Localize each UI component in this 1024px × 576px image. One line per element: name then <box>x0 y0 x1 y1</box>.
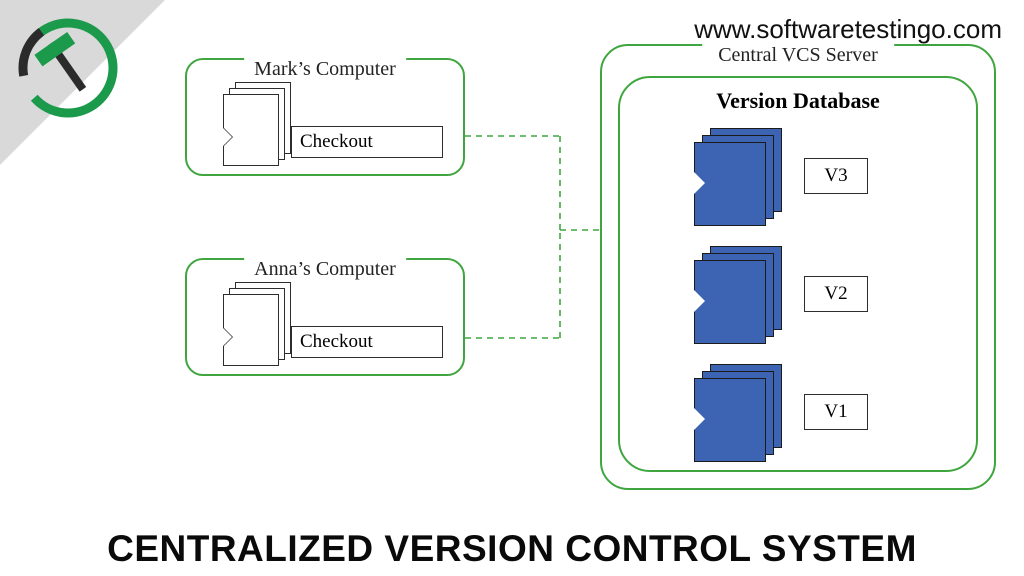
checkout-box: Checkout <box>291 326 443 358</box>
version-row: V2 <box>694 244 868 344</box>
client-box-anna: Anna’s Computer Checkout <box>185 258 465 376</box>
client-label: Mark’s Computer <box>244 58 406 81</box>
document-stack-icon <box>223 282 289 362</box>
version-label: V1 <box>804 394 868 430</box>
vcs-diagram: Mark’s Computer Checkout Anna’s Computer… <box>0 50 1024 516</box>
website-url: www.softwaretestingo.com <box>694 14 1002 45</box>
client-label: Anna’s Computer <box>244 258 406 281</box>
document-stack-icon <box>223 82 289 162</box>
version-database-box: Version Database V3 V2 V1 <box>618 76 978 472</box>
version-label: V3 <box>804 158 868 194</box>
server-label: Central VCS Server <box>702 44 894 67</box>
version-label: V2 <box>804 276 868 312</box>
version-database-label: Version Database <box>620 88 976 114</box>
version-row: V3 <box>694 126 868 226</box>
folder-stack-icon <box>694 364 782 460</box>
version-row: V1 <box>694 362 868 462</box>
central-vcs-server-box: Central VCS Server Version Database V3 V… <box>600 44 996 490</box>
folder-stack-icon <box>694 246 782 342</box>
client-box-mark: Mark’s Computer Checkout <box>185 58 465 176</box>
page-title: CENTRALIZED VERSION CONTROL SYSTEM <box>0 528 1024 570</box>
checkout-box: Checkout <box>291 126 443 158</box>
folder-stack-icon <box>694 128 782 224</box>
